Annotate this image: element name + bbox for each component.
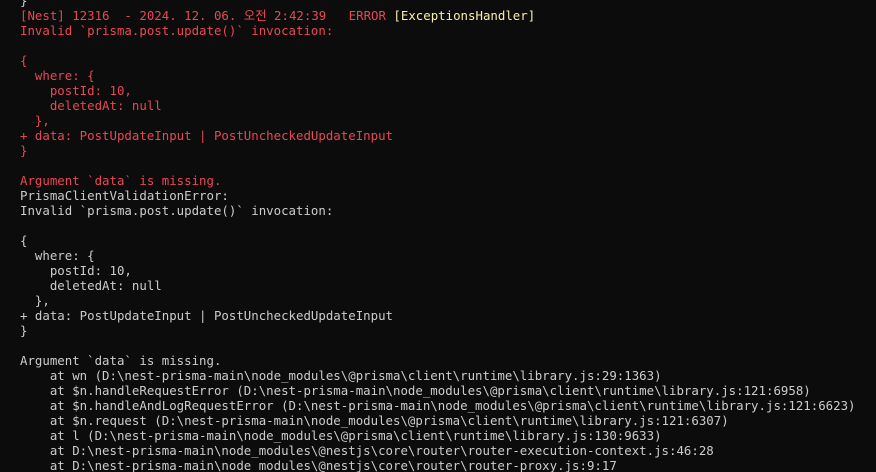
terminal-line: PrismaClientValidationError:: [20, 188, 856, 203]
terminal-text: }: [20, 323, 28, 338]
terminal-text: where: {: [20, 68, 95, 83]
terminal-text: Invalid `prisma.post.update()` invocatio…: [20, 23, 334, 38]
terminal-text: at l (D:\nest-prisma-main\node_modules\@…: [20, 428, 662, 443]
terminal-text: at wn (D:\nest-prisma-main\node_modules\…: [20, 368, 662, 383]
terminal-line: + data: PostUpdateInput | PostUncheckedU…: [20, 128, 856, 143]
terminal-line: postId: 10,: [20, 263, 856, 278]
terminal-line: at $n.handleRequestError (D:\nest-prisma…: [20, 383, 856, 398]
terminal-text: at $n.handleAndLogRequestError (D:\nest-…: [20, 398, 856, 413]
terminal-line: Argument `data` is missing.: [20, 173, 856, 188]
terminal-window[interactable]: } [Nest] 12316 - 2024. 12. 06. 오전 2:42:39…: [0, 0, 876, 472]
terminal-text: ERROR: [348, 8, 394, 23]
terminal-line: },: [20, 293, 856, 308]
terminal-text: [ExceptionsHandler]: [393, 8, 536, 23]
terminal-line: }: [20, 0, 856, 8]
terminal-line: + data: PostUpdateInput | PostUncheckedU…: [20, 308, 856, 323]
terminal-text: [Nest] 12316 - 2024. 12. 06. 오전 2:42:39: [20, 8, 349, 23]
terminal-text: {: [20, 53, 28, 68]
terminal-text: postId: 10,: [20, 83, 132, 98]
terminal-text: PrismaClientValidationError:: [20, 188, 229, 203]
terminal-output: } [Nest] 12316 - 2024. 12. 06. 오전 2:42:39…: [20, 0, 856, 472]
terminal-line: Invalid `prisma.post.update()` invocatio…: [20, 203, 856, 218]
terminal-line: at wn (D:\nest-prisma-main\node_modules\…: [20, 368, 856, 383]
terminal-line: Argument `data` is missing.: [20, 353, 856, 368]
terminal-line: },: [20, 113, 856, 128]
terminal-text: + data: PostUpdateInput | PostUncheckedU…: [20, 308, 393, 323]
terminal-line: }: [20, 323, 856, 338]
terminal-line: }: [20, 143, 856, 158]
terminal-line: where: {: [20, 248, 856, 263]
terminal-line: at l (D:\nest-prisma-main\node_modules\@…: [20, 428, 856, 443]
terminal-text: }: [20, 143, 28, 158]
terminal-text: at $n.handleRequestError (D:\nest-prisma…: [20, 383, 811, 398]
terminal-line: at D:\nest-prisma-main\node_modules\@nes…: [20, 443, 856, 458]
terminal-text: + data: PostUpdateInput | PostUncheckedU…: [20, 128, 393, 143]
terminal-text: Invalid `prisma.post.update()` invocatio…: [20, 203, 334, 218]
terminal-text: at $n.request (D:\nest-prisma-main\node_…: [20, 413, 729, 428]
terminal-line: where: {: [20, 68, 856, 83]
terminal-line: {: [20, 233, 856, 248]
terminal-line: Invalid `prisma.post.update()` invocatio…: [20, 23, 856, 38]
terminal-text: Argument `data` is missing.: [20, 353, 222, 368]
terminal-line: at D:\nest-prisma-main\node_modules\@nes…: [20, 458, 856, 472]
terminal-line: postId: 10,: [20, 83, 856, 98]
terminal-text: deletedAt: null: [20, 98, 162, 113]
terminal-text: deletedAt: null: [20, 278, 162, 293]
terminal-text: at D:\nest-prisma-main\node_modules\@nes…: [20, 458, 617, 472]
terminal-line: deletedAt: null: [20, 98, 856, 113]
terminal-text: postId: 10,: [20, 263, 132, 278]
terminal-line: at $n.request (D:\nest-prisma-main\node_…: [20, 413, 856, 428]
terminal-text: {: [20, 233, 28, 248]
terminal-line: deletedAt: null: [20, 278, 856, 293]
terminal-line: {: [20, 53, 856, 68]
terminal-text: where: {: [20, 248, 95, 263]
terminal-text: }: [20, 0, 28, 8]
terminal-line: [Nest] 12316 - 2024. 12. 06. 오전 2:42:39 …: [20, 8, 856, 23]
terminal-text: Argument `data` is missing.: [20, 173, 222, 188]
terminal-text: },: [20, 293, 50, 308]
terminal-text: at D:\nest-prisma-main\node_modules\@nes…: [20, 443, 714, 458]
terminal-line: at $n.handleAndLogRequestError (D:\nest-…: [20, 398, 856, 413]
terminal-text: },: [20, 113, 50, 128]
